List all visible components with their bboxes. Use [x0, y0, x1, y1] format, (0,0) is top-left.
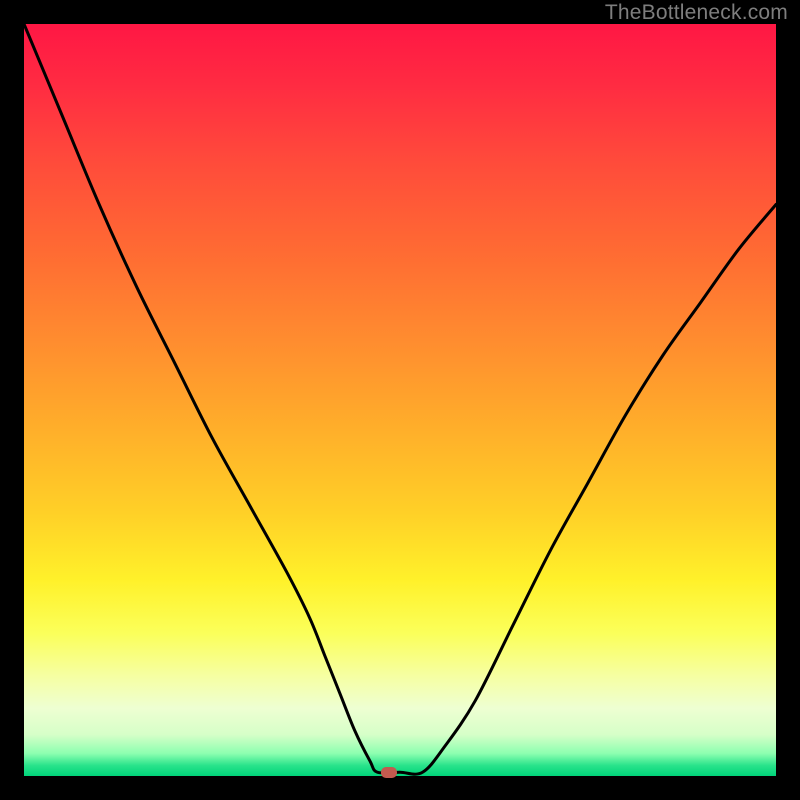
optimal-point-marker	[381, 767, 397, 778]
watermark-text: TheBottleneck.com	[605, 1, 788, 25]
bottleneck-curve	[24, 24, 776, 776]
plot-area	[24, 24, 776, 776]
chart-frame: TheBottleneck.com	[0, 0, 800, 800]
